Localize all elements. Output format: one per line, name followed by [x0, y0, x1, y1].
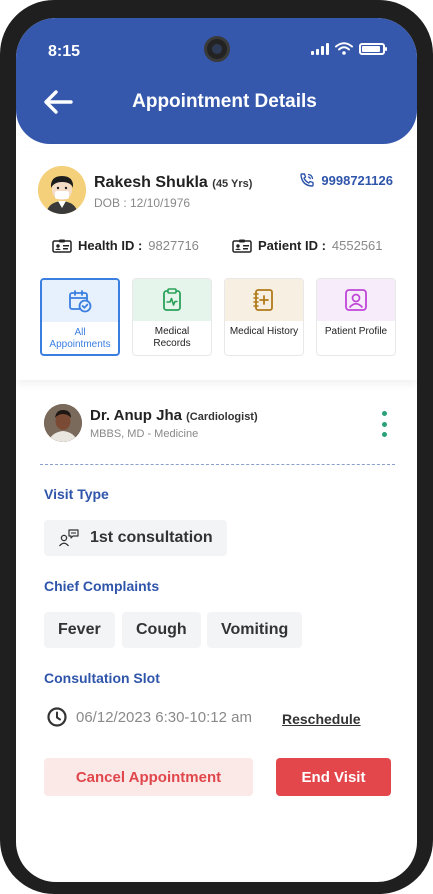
consultation-chat-icon	[58, 529, 79, 547]
end-visit-button[interactable]: End Visit	[276, 758, 391, 796]
patient-phone-number: 9998721126	[321, 172, 393, 188]
tile-icon-area	[42, 280, 118, 322]
reschedule-link[interactable]: Reschedule	[282, 711, 361, 727]
tile-medical-history[interactable]: Medical History	[224, 278, 304, 356]
medical-book-icon	[253, 289, 273, 311]
patient-name: Rakesh Shukla (45 Yrs)	[94, 174, 252, 192]
id-card-icon	[232, 239, 252, 253]
page-title: Appointment Details	[132, 91, 317, 112]
signal-icon	[311, 42, 329, 55]
status-icons	[311, 42, 387, 55]
tile-all-appointments[interactable]: All Appointments	[40, 278, 120, 356]
tile-label: Medical History	[229, 326, 299, 337]
consultation-slot-text: 06/12/2023 6:30-10:12 am	[76, 708, 252, 726]
health-id-value: 9827716	[148, 238, 199, 253]
visit-type-chip: 1st consultation	[44, 520, 227, 556]
tile-label: All Appointments	[49, 327, 111, 350]
battery-icon	[359, 42, 387, 55]
patient-dob: DOB : 12/10/1976	[94, 196, 191, 210]
patient-phone-link[interactable]: 9998721126	[299, 172, 393, 188]
patient-id-row: Patient ID : 4552561	[232, 238, 383, 253]
dashed-divider	[40, 464, 395, 465]
patient-id-label: Patient ID :	[258, 238, 326, 253]
chief-complaints-label: Chief Complaints	[44, 578, 160, 594]
tile-icon-area	[225, 279, 303, 321]
cancel-appointment-button[interactable]: Cancel Appointment	[44, 758, 253, 796]
tile-medical-records[interactable]: Medical Records	[132, 278, 212, 356]
clipboard-pulse-icon	[163, 288, 181, 311]
doctor-name-text: Dr. Anup Jha	[90, 407, 182, 424]
quick-action-tiles: All Appointments Medical Records Medical…	[40, 278, 396, 356]
patient-age: (45 Yrs)	[212, 178, 253, 190]
patient-card: Rakesh Shukla (45 Yrs) DOB : 12/10/1976 …	[16, 148, 417, 380]
clock-icon	[47, 707, 67, 727]
health-id-row: Health ID : 9827716	[52, 238, 199, 253]
calendar-check-icon	[69, 290, 92, 313]
camera-cutout	[204, 36, 230, 62]
more-options-icon[interactable]	[379, 411, 389, 437]
doctor-specialty: (Cardiologist)	[186, 411, 258, 423]
health-id-label: Health ID :	[78, 238, 143, 253]
wifi-icon	[335, 42, 353, 55]
id-card-icon	[52, 239, 72, 253]
doctor-qualification: MBBS, MD - Medicine	[90, 428, 199, 440]
tile-icon-area	[133, 279, 211, 321]
consultation-slot-label: Consultation Slot	[44, 670, 160, 686]
status-time: 8:15	[48, 43, 81, 60]
visit-type-text: 1st consultation	[90, 529, 213, 546]
tile-patient-profile[interactable]: Patient Profile	[316, 278, 396, 356]
app-header: 8:15 Appointment Details	[16, 18, 417, 144]
complaint-chip: Cough	[122, 612, 201, 648]
patient-name-text: Rakesh Shukla	[94, 174, 208, 191]
patient-id-value: 4552561	[331, 238, 383, 253]
phone-call-icon	[300, 173, 315, 187]
profile-card-icon	[345, 289, 367, 311]
consultation-slot: 06/12/2023 6:30-10:12 am	[46, 706, 252, 728]
patient-avatar	[38, 166, 86, 214]
complaint-chip: Fever	[44, 612, 115, 648]
doctor-name: Dr. Anup Jha (Cardiologist)	[90, 407, 258, 424]
tile-label: Patient Profile	[324, 326, 388, 337]
tile-icon-area	[317, 279, 395, 321]
visit-type-label: Visit Type	[44, 486, 109, 502]
screen: 8:15 Appointment Details Rakesh Shukla (…	[16, 18, 417, 882]
doctor-avatar	[44, 404, 82, 442]
complaint-chip: Vomiting	[207, 612, 303, 648]
tile-label: Medical Records	[153, 326, 191, 349]
phone-frame: 8:15 Appointment Details Rakesh Shukla (…	[0, 0, 433, 894]
